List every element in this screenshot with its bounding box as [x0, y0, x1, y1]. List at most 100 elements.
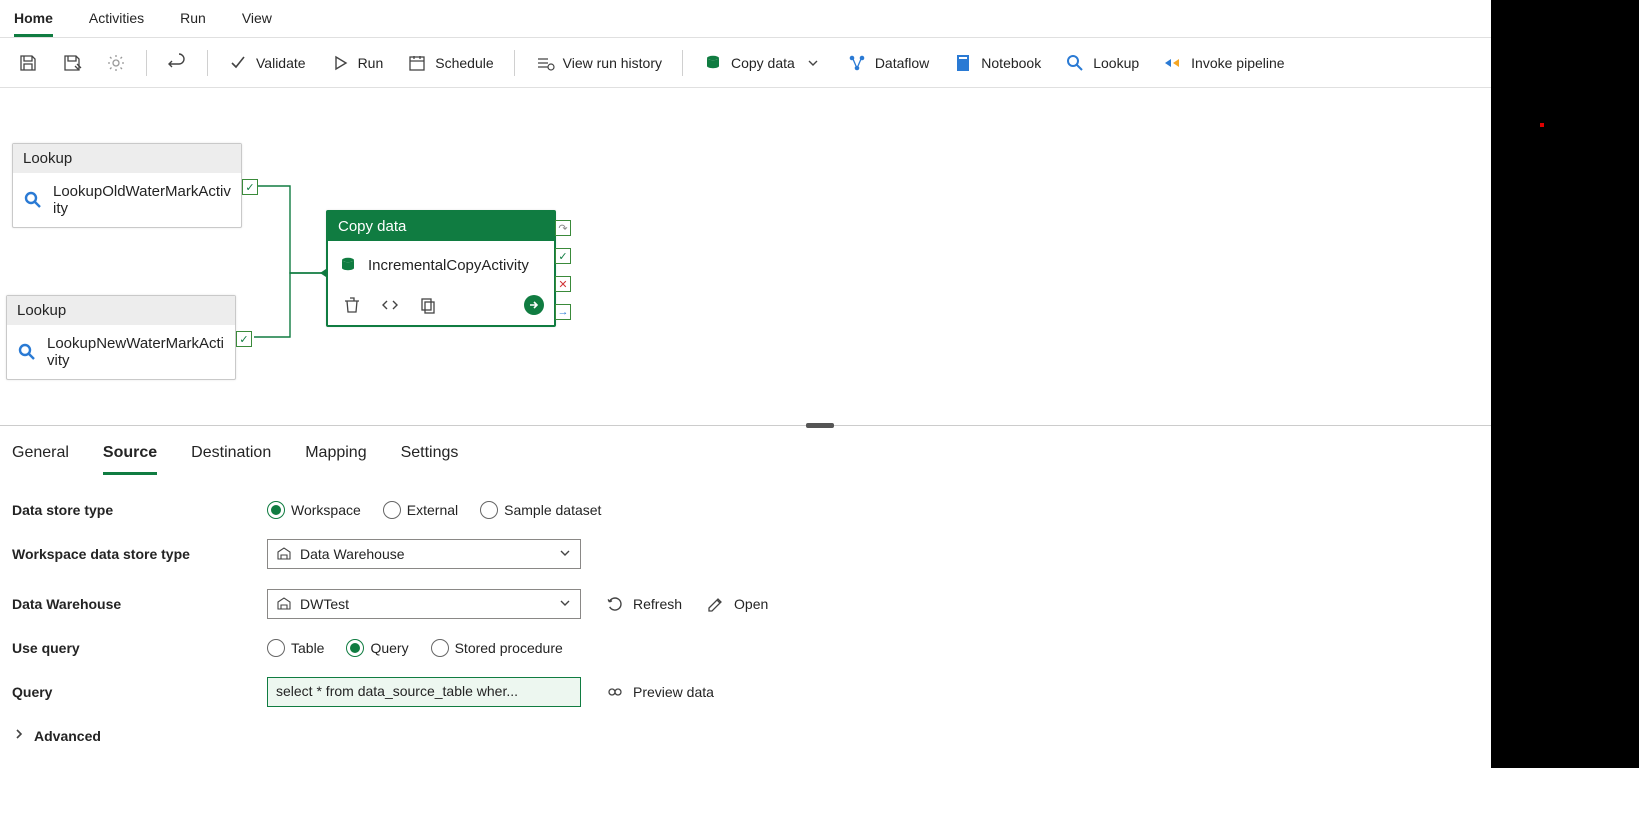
radio-sp-label: Stored procedure	[455, 640, 563, 656]
radio-table[interactable]: Table	[267, 639, 324, 657]
completion-port[interactable]: →	[555, 304, 571, 320]
warehouse-dropdown[interactable]: DWTest	[267, 589, 581, 619]
fail-port[interactable]: ✕	[555, 276, 571, 292]
run-button[interactable]: Run	[320, 47, 394, 79]
check-icon	[228, 53, 248, 73]
activity-node-lookup-old[interactable]: Lookup LookupOldWaterMarkActivity ✓	[12, 143, 242, 228]
lookup-button[interactable]: Lookup	[1055, 47, 1149, 79]
activity-name: IncrementalCopyActivity	[368, 257, 529, 274]
activity-type-label: Lookup	[7, 296, 235, 325]
validate-label: Validate	[256, 55, 306, 71]
toolbar: Validate Run Schedule View run history C…	[0, 38, 1639, 88]
prop-tab-source[interactable]: Source	[103, 440, 157, 475]
undo-button[interactable]	[157, 47, 197, 79]
tab-view[interactable]: View	[242, 6, 272, 37]
run-activity-icon[interactable]	[524, 295, 544, 315]
prop-tab-mapping[interactable]: Mapping	[305, 440, 366, 475]
chevron-down-icon	[558, 596, 572, 613]
right-black-strip	[1491, 0, 1639, 768]
notebook-button[interactable]: Notebook	[943, 47, 1051, 79]
activity-type-label: Copy data	[328, 212, 554, 241]
prop-tab-settings[interactable]: Settings	[401, 440, 459, 475]
advanced-label: Advanced	[34, 728, 101, 744]
dataflow-icon	[847, 53, 867, 73]
invoke-icon	[1163, 53, 1183, 73]
notebook-icon	[953, 53, 973, 73]
skip-port[interactable]: ↷	[555, 220, 571, 236]
radio-sample-label: Sample dataset	[504, 502, 601, 518]
validate-button[interactable]: Validate	[218, 47, 316, 79]
open-button[interactable]: Open	[706, 594, 768, 614]
delete-icon[interactable]	[342, 295, 362, 315]
warehouse-icon	[276, 545, 292, 564]
dataflow-button[interactable]: Dataflow	[837, 47, 939, 79]
chevron-down-icon	[558, 546, 572, 563]
query-input[interactable]: select * from data_source_table wher...	[267, 677, 581, 707]
use-query-label: Use query	[12, 640, 267, 656]
save-as-button[interactable]	[52, 47, 92, 79]
radio-query-label: Query	[370, 640, 408, 656]
radio-workspace[interactable]: Workspace	[267, 501, 361, 519]
save-icon	[18, 53, 38, 73]
activity-type-label: Lookup	[13, 144, 241, 173]
radio-table-label: Table	[291, 640, 324, 656]
preview-icon	[605, 682, 625, 702]
activity-name: LookupNewWaterMarkActivity	[47, 335, 225, 369]
activity-node-copy-data[interactable]: Copy data IncrementalCopyActivity ↷ ✓ ✕ …	[326, 210, 556, 327]
radio-external[interactable]: External	[383, 501, 458, 519]
workspace-type-dropdown[interactable]: Data Warehouse	[267, 539, 581, 569]
open-label: Open	[734, 596, 768, 612]
query-label: Query	[12, 684, 267, 700]
panel-resize-handle[interactable]	[806, 423, 834, 428]
property-tabs: General Source Destination Mapping Setti…	[12, 440, 1627, 475]
code-icon[interactable]	[380, 295, 400, 315]
success-port[interactable]: ✓	[236, 331, 252, 347]
radio-workspace-label: Workspace	[291, 502, 361, 518]
warehouse-value: DWTest	[300, 596, 349, 612]
radio-stored-procedure[interactable]: Stored procedure	[431, 639, 563, 657]
dataflow-label: Dataflow	[875, 55, 929, 71]
red-dot	[1540, 123, 1544, 127]
edit-icon	[706, 594, 726, 614]
save-button[interactable]	[8, 47, 48, 79]
invoke-pipeline-button[interactable]: Invoke pipeline	[1153, 47, 1294, 79]
preview-label: Preview data	[633, 684, 714, 700]
prop-tab-destination[interactable]: Destination	[191, 440, 271, 475]
prop-tab-general[interactable]: General	[12, 440, 69, 475]
activity-node-lookup-new[interactable]: Lookup LookupNewWaterMarkActivity ✓	[6, 295, 236, 380]
tab-home[interactable]: Home	[14, 6, 53, 37]
tab-activities[interactable]: Activities	[89, 6, 144, 37]
activity-name: LookupOldWaterMarkActivity	[53, 183, 231, 217]
tab-run[interactable]: Run	[180, 6, 206, 37]
settings-button[interactable]	[96, 47, 136, 79]
view-run-history-label: View run history	[563, 55, 662, 71]
success-port[interactable]: ✓	[242, 179, 258, 195]
lookup-icon	[1065, 53, 1085, 73]
preview-data-button[interactable]: Preview data	[605, 682, 714, 702]
refresh-button[interactable]: Refresh	[605, 594, 682, 614]
success-port[interactable]: ✓	[555, 248, 571, 264]
history-icon	[535, 53, 555, 73]
copy-data-icon	[338, 251, 358, 279]
lookup-icon	[23, 190, 43, 210]
schedule-button[interactable]: Schedule	[397, 47, 503, 79]
view-run-history-button[interactable]: View run history	[525, 47, 672, 79]
warehouse-icon	[276, 595, 292, 614]
radio-sample[interactable]: Sample dataset	[480, 501, 601, 519]
play-icon	[330, 53, 350, 73]
copy-data-button[interactable]: Copy data	[693, 47, 833, 79]
radio-query[interactable]: Query	[346, 639, 408, 657]
refresh-icon	[605, 594, 625, 614]
pipeline-canvas[interactable]: Lookup LookupOldWaterMarkActivity ✓ Look…	[0, 88, 1639, 426]
chevron-right-icon	[12, 727, 26, 744]
warehouse-label: Data Warehouse	[12, 596, 267, 612]
data-store-type-label: Data store type	[12, 502, 267, 518]
advanced-toggle[interactable]: Advanced	[12, 727, 1627, 744]
schedule-label: Schedule	[435, 55, 493, 71]
workspace-type-label: Workspace data store type	[12, 546, 267, 562]
notebook-label: Notebook	[981, 55, 1041, 71]
invoke-label: Invoke pipeline	[1191, 55, 1284, 71]
main-tabs: Home Activities Run View	[0, 0, 1639, 38]
workspace-type-value: Data Warehouse	[300, 546, 405, 562]
copy-icon[interactable]	[418, 295, 438, 315]
